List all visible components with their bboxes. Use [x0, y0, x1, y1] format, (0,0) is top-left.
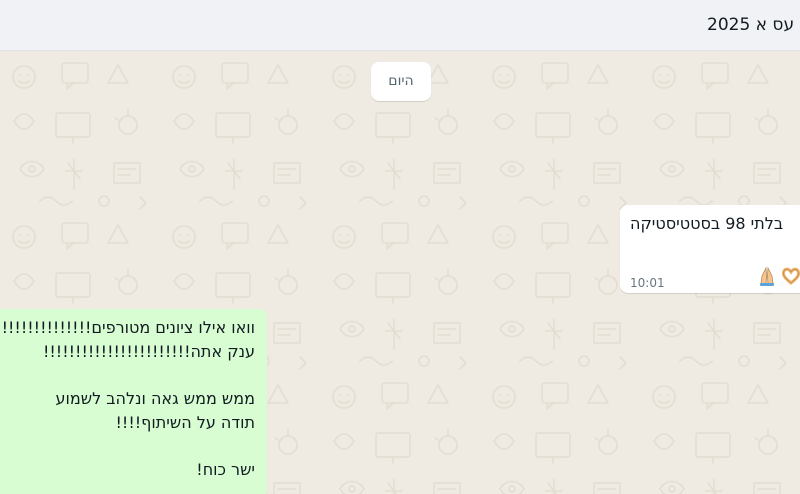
- date-separator-label: היום: [388, 73, 414, 89]
- message-line: ממש ממש גאה ונלהב לשמוע: [55, 389, 255, 408]
- chat-header[interactable]: עס א 2025: [0, 0, 800, 51]
- heart-hands-icon: [780, 265, 800, 287]
- message-line: ישר כוח!: [196, 460, 255, 479]
- message-emojis: [756, 265, 800, 287]
- message-line: וואו אילו ציונים מטורפים!!!!!!!!!!!!!!!!…: [0, 318, 255, 337]
- folded-hands-icon: [756, 265, 778, 287]
- message-line: תודה על השיתוף!!!!: [115, 413, 255, 432]
- message-list[interactable]: היום בלתי 98 בסטטיסטיקה 10:01 וואו אילו …: [0, 51, 800, 494]
- chat-title[interactable]: עס א 2025: [707, 15, 794, 35]
- incoming-message-bubble[interactable]: בלתי 98 בסטטיסטיקה 10:01: [620, 205, 800, 293]
- message-text: בלתי 98 בסטטיסטיקה: [630, 214, 784, 233]
- message-timestamp: 10:01: [630, 276, 665, 290]
- outgoing-message-bubble[interactable]: וואו אילו ציונים מטורפים!!!!!!!!!!!!!!!!…: [0, 309, 267, 494]
- date-separator: היום: [371, 62, 431, 101]
- message-line: ענק אתה!!!!!!!!!!!!!!!!!!!!!!!: [42, 342, 255, 361]
- chat-window: עס א 2025 היום בלתי 98 בסטטיסטיקה 10:01 …: [0, 0, 800, 494]
